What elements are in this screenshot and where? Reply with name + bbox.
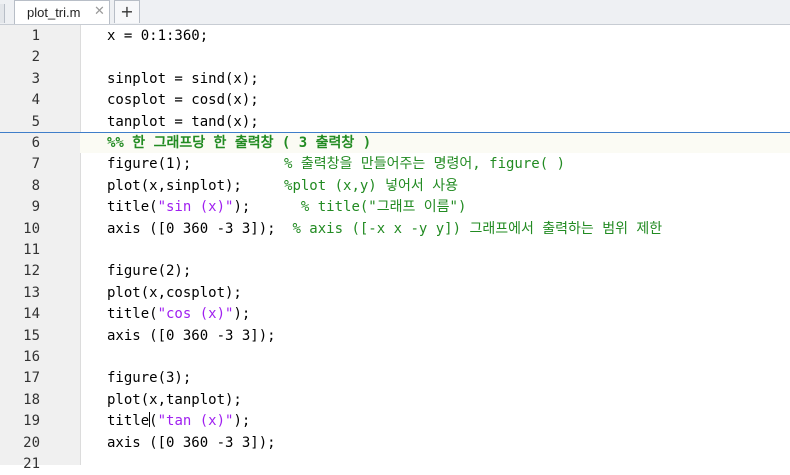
code-token: plot(x,sinplot); <box>107 177 285 194</box>
code-line[interactable]: 15 axis ([0 360 -3 3]); <box>0 326 790 347</box>
code-text: cosplot = cosd(x); <box>107 90 259 111</box>
code-text: figure(1); % 출력창을 만들어주는 명령어, figure( ) <box>107 154 565 175</box>
line-number: 1 <box>31 28 40 44</box>
code-line[interactable]: 4 cosplot = cosd(x); <box>0 90 790 111</box>
line-number: 8 <box>31 177 40 194</box>
string-literal: "cos (x)" <box>157 306 234 323</box>
code-token: x = 0:1:360; <box>107 28 209 44</box>
tab-plot-tri[interactable]: plot_tri.m ✕ <box>14 0 110 24</box>
code-comment: % title("그래프 이름") <box>300 199 467 216</box>
line-number: 4 <box>31 92 40 109</box>
code-token: figure(3); <box>107 370 192 387</box>
line-number: 9 <box>31 199 40 216</box>
code-comment: % axis ([-x x -y y]) 그래프에서 출력하는 범위 제한 <box>292 220 663 237</box>
code-token: plot(x,tanplot); <box>107 391 242 408</box>
code-line[interactable]: 13 plot(x,cosplot); <box>0 283 790 304</box>
code-token: title( <box>107 199 158 216</box>
line-number: 10 <box>23 220 40 237</box>
line-number: 7 <box>31 156 40 173</box>
code-line[interactable]: 18 plot(x,tanplot); <box>0 390 790 411</box>
line-number: 12 <box>23 263 40 280</box>
code-line[interactable]: 17 figure(3); <box>0 368 790 389</box>
code-token: axis ([0 360 -3 3]); <box>107 434 276 451</box>
code-text: %% 한 그래프당 한 출력창 ( 3 출력창 ) <box>107 133 371 154</box>
line-number: 2 <box>31 49 40 66</box>
code-line[interactable]: 16 <box>0 347 790 368</box>
code-comment: %plot (x,y) 넣어서 사용 <box>284 177 458 194</box>
code-text: x = 0:1:360; <box>107 26 208 47</box>
line-number: 15 <box>23 327 40 344</box>
code-text: figure(2); <box>107 261 191 282</box>
code-text: figure(3); <box>107 368 191 389</box>
code-text: sinplot = sind(x); <box>107 69 259 90</box>
code-line[interactable]: 12 figure(2); <box>0 261 790 282</box>
section-heading: %% 한 그래프당 한 출력창 ( 3 출력창 ) <box>107 135 372 151</box>
code-token: plot(x,cosplot); <box>107 284 242 301</box>
tab-label: plot_tri.m <box>27 5 81 20</box>
line-number: 19 <box>23 413 40 430</box>
line-number: 16 <box>23 349 40 365</box>
tab-scroll-edge <box>0 4 5 23</box>
code-line[interactable]: 8 plot(x,sinplot); %plot (x,y) 넣어서 사용 <box>0 176 790 197</box>
code-token: axis ([0 360 -3 3]); <box>107 327 276 344</box>
code-text: axis ([0 360 -3 3]); % axis ([-x x -y y]… <box>107 219 662 240</box>
line-number: 17 <box>23 370 40 387</box>
add-tab-button[interactable]: + <box>114 0 140 23</box>
code-token: ( <box>149 413 158 430</box>
code-token: sinplot = sind(x); <box>107 70 259 87</box>
line-number: 6 <box>31 135 40 151</box>
code-line[interactable]: 10 axis ([0 360 -3 3]); % axis ([-x x -y … <box>0 219 790 240</box>
code-text: title("tan (x)"); <box>107 411 250 432</box>
code-token: figure(1); <box>107 156 285 173</box>
code-comment: % 출력창을 만들어주는 명령어, figure( ) <box>284 156 566 173</box>
code-line[interactable]: 3 sinplot = sind(x); <box>0 69 790 90</box>
code-line[interactable]: 20 axis ([0 360 -3 3]); <box>0 433 790 454</box>
code-text: tanplot = tand(x); <box>107 112 259 133</box>
code-token: ); <box>233 199 301 216</box>
code-token: title <box>107 413 150 430</box>
line-number: 18 <box>23 391 40 408</box>
code-text: title("cos (x)"); <box>107 304 250 325</box>
code-token: cosplot = cosd(x); <box>107 92 259 109</box>
code-text: plot(x,sinplot); %plot (x,y) 넣어서 사용 <box>107 176 458 197</box>
string-literal: "sin (x)" <box>157 199 234 216</box>
code-text: axis ([0 360 -3 3]); <box>107 433 276 454</box>
line-number: 11 <box>23 242 40 258</box>
tab-bar: plot_tri.m ✕ + <box>0 0 790 25</box>
line-number: 14 <box>23 306 40 323</box>
code-line[interactable]: 2 <box>0 47 790 68</box>
code-line[interactable]: 14 title("cos (x)"); <box>0 304 790 325</box>
line-number: 20 <box>23 434 40 451</box>
code-token: title( <box>107 306 158 323</box>
line-number: 3 <box>31 70 40 87</box>
code-line[interactable]: 19 title("tan (x)"); <box>0 411 790 432</box>
code-token: axis ([0 360 -3 3]); <box>107 220 293 237</box>
code-token: ); <box>233 306 251 323</box>
close-icon[interactable]: ✕ <box>94 4 105 19</box>
code-line[interactable]: 7 figure(1); % 출력창을 만들어주는 명령어, figure( ) <box>0 154 790 175</box>
string-literal: "tan (x)" <box>157 413 234 430</box>
code-token: figure(2); <box>107 263 192 280</box>
code-text: title("sin (x)"); % title("그래프 이름") <box>107 197 466 218</box>
code-line[interactable]: 6 %% 한 그래프당 한 출력창 ( 3 출력창 ) <box>0 133 790 154</box>
code-text: axis ([0 360 -3 3]); <box>107 326 276 347</box>
code-text: plot(x,tanplot); <box>107 390 242 411</box>
code-line[interactable]: 9 title("sin (x)"); % title("그래프 이름") <box>0 197 790 218</box>
line-number: 13 <box>23 284 40 301</box>
code-editor[interactable]: 1 x = 0:1:360; 2 3 sinplot = sind(x); 4 cosplo… <box>0 25 790 472</box>
code-token: ); <box>233 413 251 430</box>
code-line[interactable]: 11 <box>0 240 790 261</box>
code-line[interactable]: 1 x = 0:1:360; <box>0 26 790 47</box>
code-token: tanplot = tand(x); <box>107 113 259 130</box>
code-line[interactable]: 5 tanplot = tand(x); <box>0 112 790 133</box>
line-number: 5 <box>31 113 40 130</box>
code-text: plot(x,cosplot); <box>107 283 242 304</box>
